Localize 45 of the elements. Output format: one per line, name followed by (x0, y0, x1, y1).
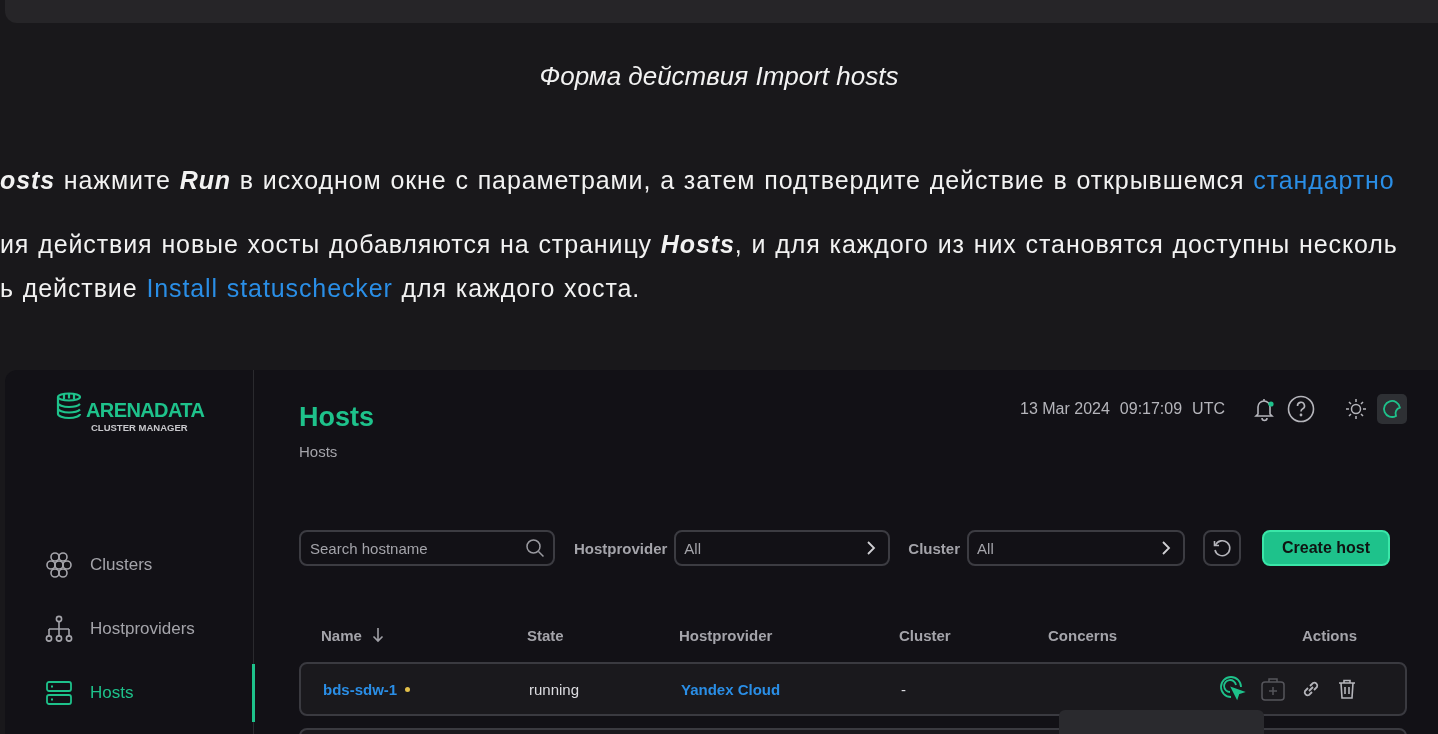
sidebar-item[interactable]: Hostproviders (5, 597, 253, 661)
search-field[interactable]: Search hostname (299, 530, 555, 566)
page-title: Hosts (299, 402, 374, 433)
sidebar-item[interactable]: Clusters (5, 533, 253, 597)
paragraph-text: osts нажмите Run в исходном окне с параметрами, а затем подтвердите действие в открывшемся стандартно (0, 165, 1396, 196)
search-icon (525, 538, 545, 558)
refresh-icon (1211, 537, 1234, 559)
timezone-text: UTC (1192, 400, 1225, 418)
chevron-right-icon (1161, 540, 1172, 556)
column-header[interactable]: Concerns (1048, 626, 1302, 644)
column-header[interactable]: Actions (1302, 626, 1407, 644)
paragraph-text: ия действия новые хосты добавляются на страницу Hosts, и для каждого из них становятся доступны несколь ь действие Install statuschecker для каждого хоста. (0, 229, 1399, 304)
hostprovider-link[interactable]: Yandex Cloud (681, 680, 781, 698)
table-cell-text: running (529, 680, 581, 698)
create-host-button[interactable]: Create host (1262, 530, 1391, 566)
text-link[interactable]: Install statuschecker (146, 274, 393, 302)
cursor-click-icon[interactable] (1220, 676, 1246, 702)
delete-icon[interactable] (1336, 678, 1358, 700)
text-link[interactable]: стандартно (1253, 166, 1395, 194)
time-text: 09:17:09 (1119, 400, 1183, 418)
logo-subtitle: CLUSTER MANAGER (91, 422, 189, 433)
date-text: 13 Mar 2024 (1020, 400, 1110, 418)
column-header[interactable]: Hostprovider (679, 626, 899, 644)
column-header[interactable]: State (527, 626, 679, 644)
table-cell-text: - (901, 680, 907, 698)
filter-dropdown[interactable]: All (674, 530, 891, 566)
figure-caption: Форма действия Import hosts (538, 60, 900, 92)
column-header[interactable]: Name (321, 626, 527, 644)
logo-wordmark: ARENADATA (86, 398, 205, 422)
table-row[interactable]: bds-sdw-1 running Yandex Cloud - (299, 662, 1407, 716)
column-header[interactable]: Cluster (899, 626, 1048, 644)
moon-icon[interactable] (1377, 394, 1407, 424)
host-link[interactable]: bds-sdw-1 (323, 680, 398, 698)
hexagon-cluster-icon (44, 551, 74, 579)
reset-filters-button[interactable] (1203, 530, 1242, 566)
filter-label: Hostprovider (574, 539, 668, 557)
hierarchy-icon (44, 615, 74, 643)
breadcrumb[interactable]: Hosts (299, 443, 374, 460)
sort-down-arrow-icon (371, 627, 384, 643)
chevron-right-icon (866, 540, 877, 556)
sidebar-item[interactable]: Hosts (5, 661, 253, 725)
server-icon (44, 680, 74, 706)
filter-dropdown[interactable]: All (967, 530, 1186, 566)
filter-label: Cluster (908, 539, 961, 557)
help-icon[interactable] (1287, 395, 1315, 423)
